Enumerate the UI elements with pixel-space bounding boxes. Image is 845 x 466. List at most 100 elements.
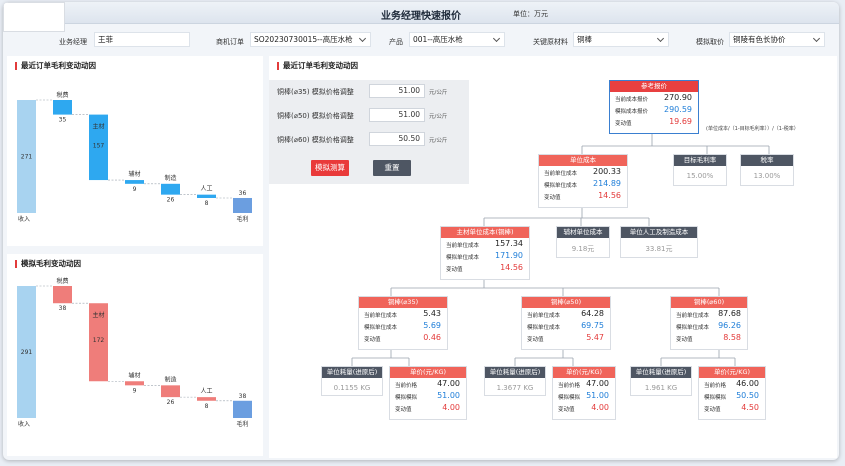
ref-change-value: 19.69 [669,117,692,126]
filter-product-select[interactable]: 001--高压水枪 [409,32,505,47]
rod60-consumption-card [3,2,65,32]
rod50-consumption-card: 单位耗量(进原后) 1.3677 KG [484,366,546,396]
rod60-title: 铜棒(⌀60) [671,297,747,308]
chart2-category-label-4: 制造 [164,375,176,383]
rod60-consumption-title: 单位耗量(进原后) [631,367,691,378]
reset-button[interactable]: 重置 [373,160,411,176]
tax-rate-title: 税率 [741,155,793,166]
mm-sim-value: 171.90 [495,251,523,260]
chart2-value-label-6: 38 [239,393,247,400]
rod50-current-value: 64.28 [581,309,604,318]
ref-quote-card: 参考报价 当前成本报价 270.90 模拟成本报价 290.59 变动值 19.69 [609,80,699,134]
chart1-value-label-2: 157 [93,142,105,149]
rod50-price-card: 单价(元/KG) 当前价格 47.00 模拟模拟 51.00 变动值 4.00 [552,366,616,420]
target-margin-title: 目标毛利率 [674,155,726,166]
filter-manager-input[interactable]: 王菲 [94,32,190,47]
rod35-title: 铜棒(⌀35) [359,297,447,308]
chart2-bar-3 [125,381,144,386]
filter-price-select[interactable]: 铜陵有色长协价 [729,32,825,47]
filter-order-select[interactable]: SO20230730015--高压水枪 [250,32,371,47]
chart1-bar-1 [53,100,72,115]
target-margin-card: 目标毛利率 15.00% [673,154,727,186]
rod60-consumption-card-box: 单位耗量(进原后) 1.961 KG [630,366,692,396]
rod35-change-value: 0.46 [423,333,441,342]
chart2-category-label-0: 收入 [18,420,30,428]
rod35-price-current-value: 47.00 [437,379,460,388]
top-bar: 业务经理快速报价 单位：万元 [3,2,839,24]
chart2-category-label-1: 税费 [56,277,68,285]
rod60-current-value: 87.68 [718,309,741,318]
chart1-category-label-4: 制造 [164,174,176,182]
rod50-consumption-value: 1.3677 KG [496,384,534,392]
chart1-value-label-3: 9 [133,186,137,193]
sim-row-35-label: 铜棒(⌀35) 模拟价格调整 [277,88,354,96]
rod50-sim-value: 69.75 [581,321,604,330]
price-input-50[interactable]: 51.00 [369,108,425,122]
chart2-bar-4 [161,385,180,398]
filter-bar: 业务经理 王菲 商机订单 SO20230730015--高压水枪 产品 001-… [3,28,839,50]
labor-mfg-title: 单位人工及制造成本 [621,227,697,238]
chart1-value-label-4: 26 [167,197,175,204]
rod50-price-title: 单价(元/KG) [553,367,615,378]
ref-current-value: 270.90 [664,93,692,102]
main-material-title: 主材单位成本(铜棒) [441,227,529,238]
unit-cost-card: 单位成本 当前单位成本 200.33 模拟单位成本 214.89 变动值 14.56 [538,154,628,208]
mm-current-value: 157.34 [495,239,523,248]
ref-quote-title: 参考报价 [610,81,698,92]
aux-material-title: 辅材单位成本 [557,227,609,238]
price-input-35[interactable]: 51.00 [369,84,425,98]
simulate-button[interactable]: 模拟测算 [311,160,349,176]
page-title: 业务经理快速报价 [381,11,461,22]
price-input-60[interactable]: 50.50 [369,132,425,146]
filter-product-label: 产品 [389,38,403,46]
rod50-price-current-value: 47.00 [586,379,609,388]
filter-material-select[interactable]: 铜棒 [573,32,669,47]
tax-rate-value: 13.00% [753,172,781,180]
rod35-current-value: 5.43 [423,309,441,318]
chart1-bar-6 [233,197,252,213]
rod35-sim-value: 5.69 [423,321,441,330]
chart2-value-label-2: 172 [93,337,105,344]
chart2-bar-5 [197,397,216,401]
chart2-value-label-0: 291 [21,349,33,356]
chart1-category-label-2: 主材 [92,123,104,131]
filter-price-label: 模拟取价 [696,38,724,46]
rod35-price-sim-value: 51.00 [437,391,460,400]
chart2-category-label-2: 主材 [92,311,104,319]
rod50-title: 铜棒(⌀50) [522,297,610,308]
sim-row-50-unit: 元/公斤 [429,114,448,120]
unit-cost-title: 单位成本 [539,155,627,166]
rod35-consumption-title: 单位耗量(进原后) [322,367,382,378]
rod35-price-change-value: 4.00 [442,403,460,412]
uc-current-value: 200.33 [593,167,621,176]
aux-material-value: 9.18元 [571,245,595,253]
chart2-value-label-4: 26 [167,399,175,406]
target-margin-value: 15.00% [686,172,714,180]
rod35-price-title: 单价(元/KG) [390,367,466,378]
sim-row-50-label: 铜棒(⌀50) 模拟价格调整 [277,112,354,120]
chart2-category-label-5: 人工 [200,388,212,395]
sim-row-60-unit: 元/公斤 [429,138,448,144]
chart2-bar-6 [233,400,252,418]
chart2-value-label-5: 8 [205,403,209,410]
rod60-change-value: 8.58 [723,333,741,342]
rod60-consumption-value: 1.961 KG [644,384,678,392]
rod35-price-card: 单价(元/KG) 当前价格 47.00 模拟模拟 51.00 变动值 4.00 [389,366,467,420]
chart1-bar-4 [161,183,180,195]
rod35-card: 铜棒(⌀35) 当前单位成本 5.43 模拟单位成本 5.69 变动值 0.46 [358,296,448,350]
rod60-price-change-value: 4.50 [741,403,759,412]
sim-row-60-label: 铜棒(⌀60) 模拟价格调整 [277,136,354,144]
chart2-value-label-1: 38 [59,305,67,312]
chart1-value-label-5: 8 [205,200,209,207]
tax-rate-card: 税率 13.00% [740,154,794,186]
sim-row-35-unit: 元/公斤 [429,90,448,96]
chart1-category-label-5: 人工 [200,186,212,193]
rod50-change-value: 5.47 [586,333,604,342]
chart2-panel: 模拟毛利变动动因 291 收入 38 税费 172 主材 9 辅材 26 制造 8 人工 38 毛利 [7,254,263,456]
chart1-value-label-0: 271 [21,154,33,161]
mm-change-value: 14.56 [500,263,523,272]
chart1-panel: 最近订单毛利变动动因 271 收入 35 税费 157 主材 9 辅材 26 制造 8 人工 36 毛利 [7,56,263,246]
chart1-category-label-6: 毛利 [236,215,248,223]
filter-order-label: 商机订单 [216,38,244,46]
rod35-consumption-value: 0.1155 KG [333,384,371,392]
